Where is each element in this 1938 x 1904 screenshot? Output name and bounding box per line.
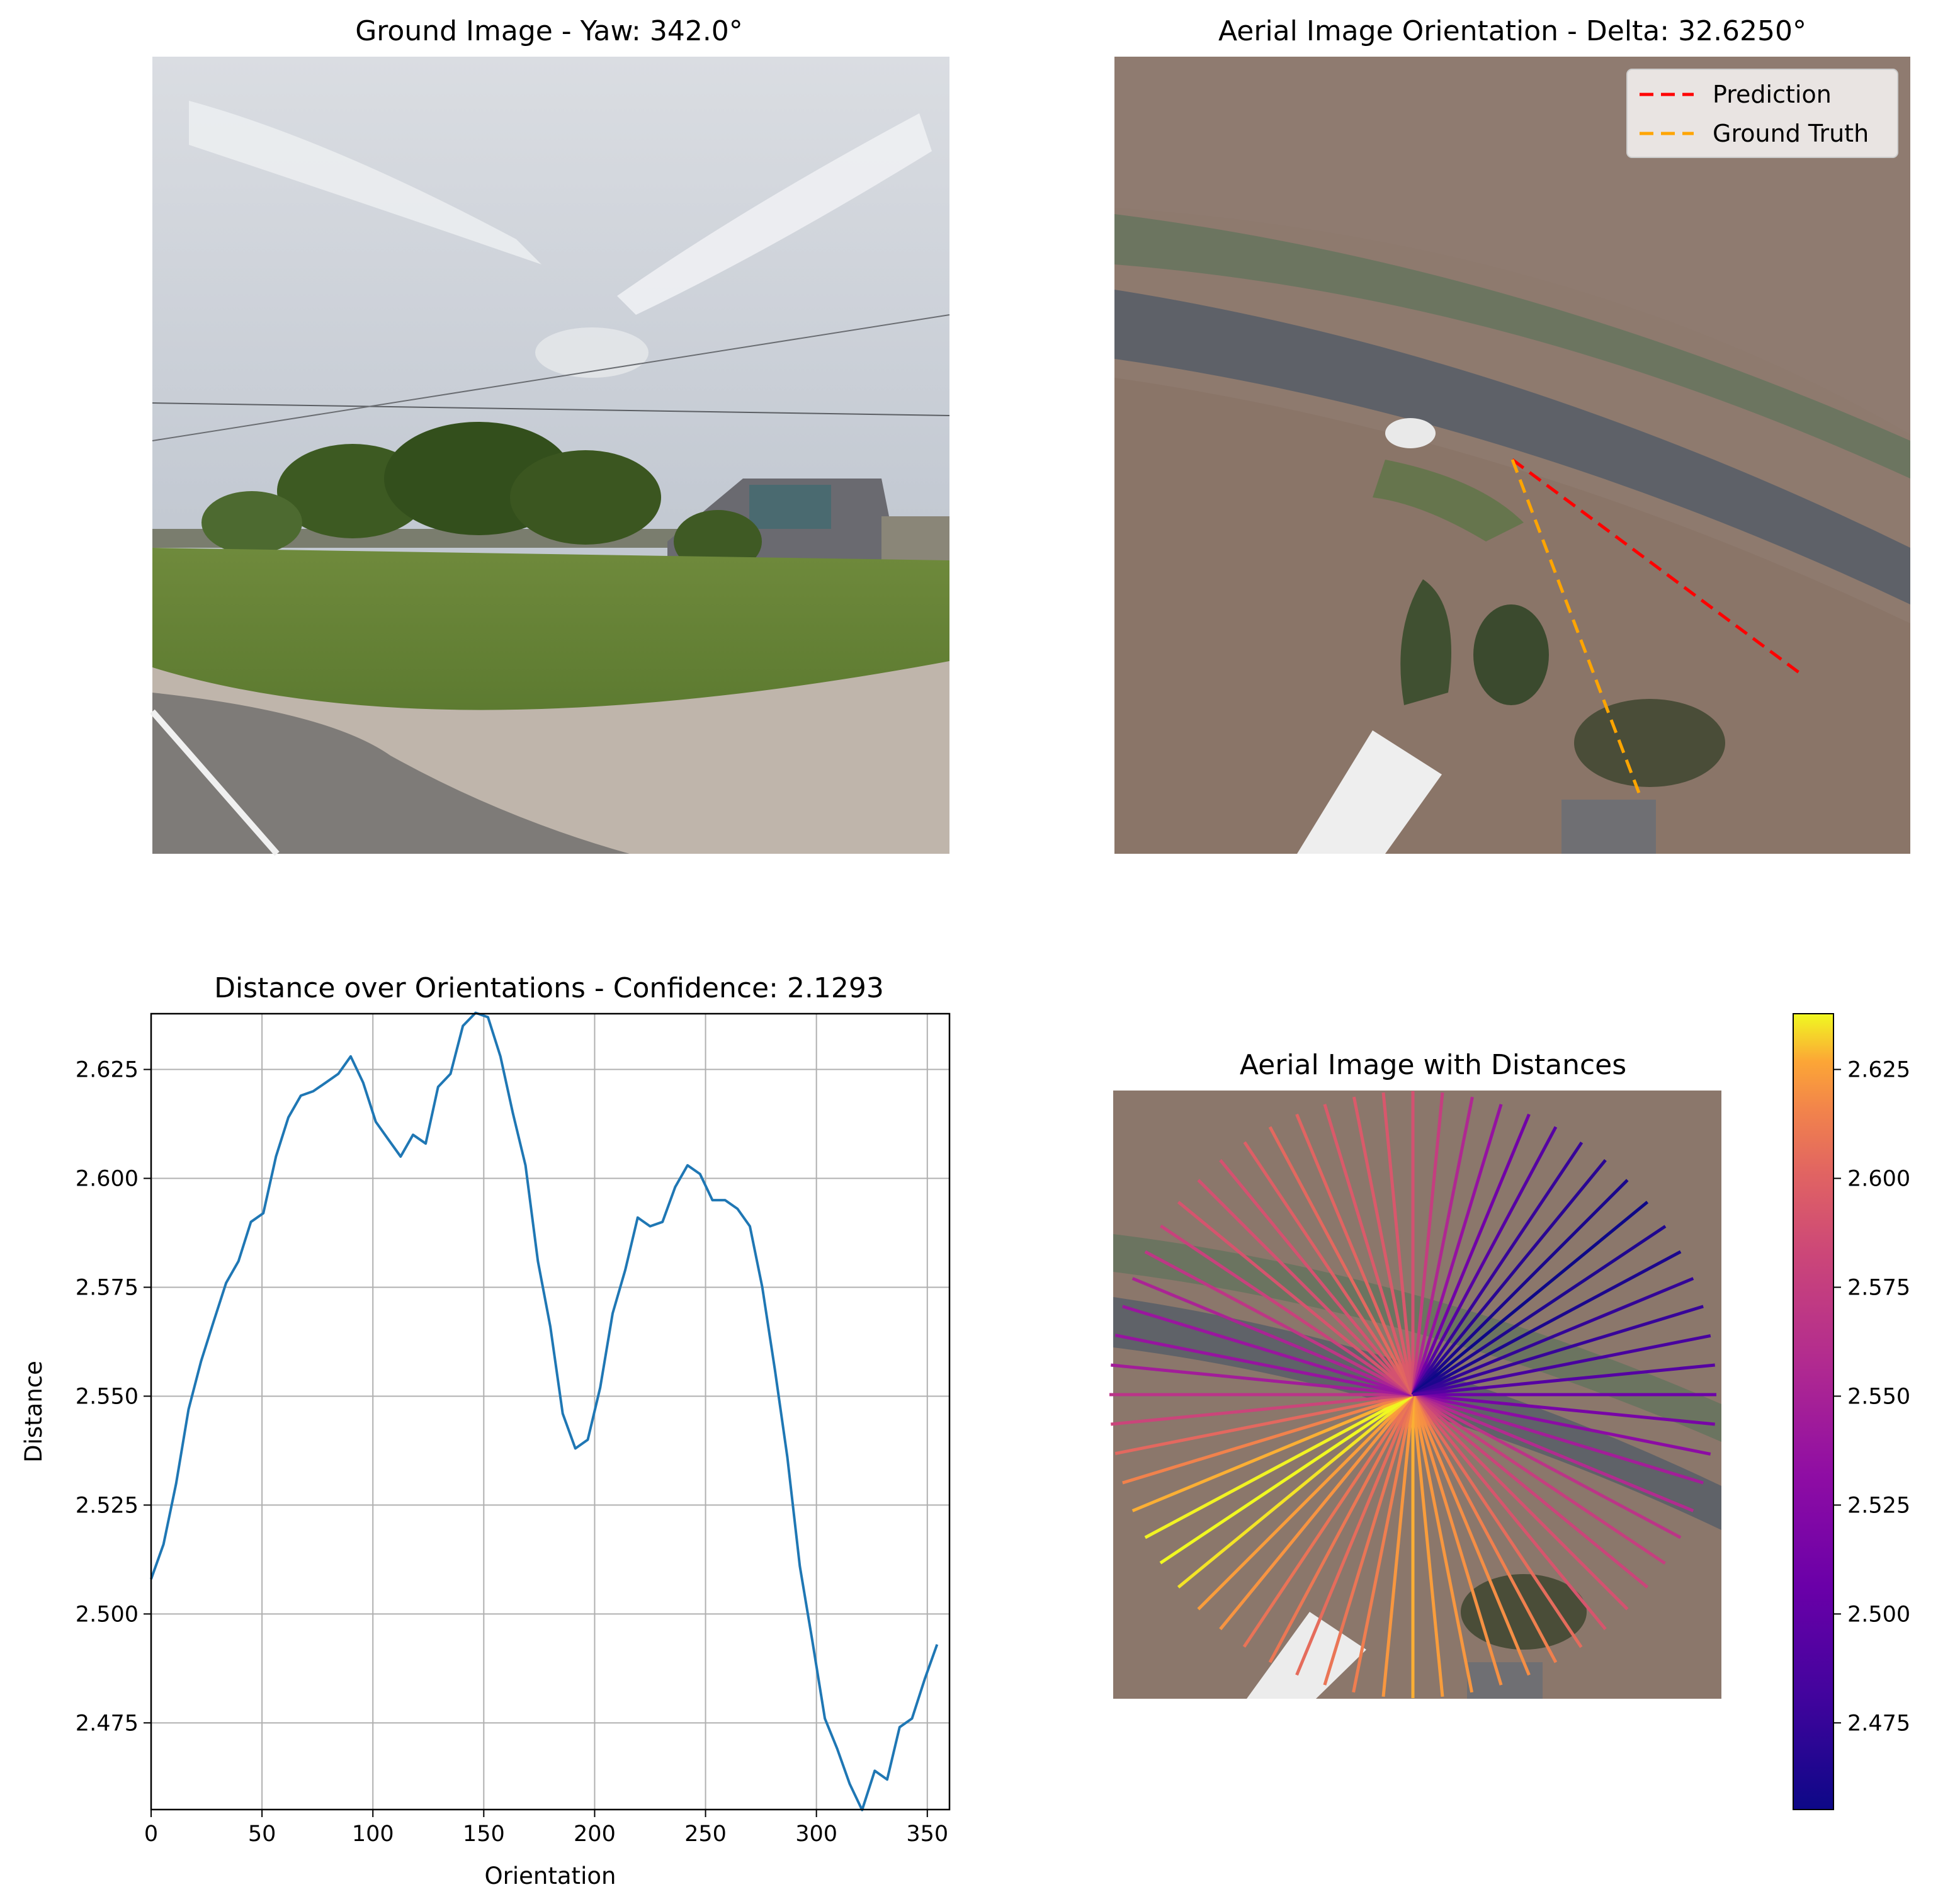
- x-tick-label: 350: [906, 1822, 948, 1847]
- x-tick-label: 300: [795, 1822, 837, 1847]
- radial-distance-panel: Aerial Image with Distances: [1109, 1049, 1721, 1699]
- colorbar-tick-label: 2.500: [1847, 1602, 1910, 1627]
- ground-image-title: Ground Image - Yaw: 342.0°: [355, 15, 743, 47]
- x-tick-label: 50: [248, 1822, 276, 1847]
- x-tick-label: 150: [463, 1822, 505, 1847]
- distance-y-axis-label: Distance: [20, 1361, 47, 1463]
- colorbar-tick-label: 2.475: [1847, 1711, 1910, 1736]
- y-tick-label: 2.525: [76, 1493, 139, 1518]
- colorbar: 2.475 2.500 2.525 2.550 2.575 2.600 2.625: [1793, 1013, 1910, 1810]
- y-tick-label: 2.500: [76, 1602, 139, 1627]
- colorbar-tick-label: 2.600: [1847, 1167, 1910, 1192]
- distance-rays: [1109, 1091, 1716, 1698]
- distance-grid: [150, 1014, 949, 1810]
- figure: Ground Image - Yaw: 342.0° Aerial Image …: [20, 15, 1910, 1890]
- colorbar-gradient: [1793, 1013, 1834, 1810]
- aerial-photo: [1114, 57, 1910, 854]
- y-tick-label: 2.475: [76, 1711, 139, 1736]
- y-tick-label: 2.575: [76, 1275, 139, 1300]
- distance-chart-title: Distance over Orientations - Confidence:…: [214, 972, 884, 1004]
- aerial-orientation-panel: Aerial Image Orientation - Delta: 32.625…: [1114, 15, 1910, 854]
- y-tick-label: 2.600: [76, 1167, 139, 1192]
- distance-series-line: [150, 1011, 939, 1811]
- aerial-orientation-title: Aerial Image Orientation - Delta: 32.625…: [1218, 15, 1806, 47]
- legend-ground-truth-label: Ground Truth: [1713, 120, 1869, 147]
- colorbar-tick-label: 2.550: [1847, 1384, 1910, 1409]
- distance-plot-frame: [150, 1012, 951, 1811]
- x-tick-label: 100: [352, 1822, 394, 1847]
- aerial-legend: Prediction Ground Truth: [1626, 69, 1898, 158]
- distance-x-axis-label: Orientation: [485, 1862, 616, 1890]
- colorbar-ticks: 2.475 2.500 2.525 2.550 2.575 2.600 2.625: [1833, 1058, 1910, 1736]
- legend-prediction-label: Prediction: [1713, 81, 1832, 108]
- distance-chart-panel: Distance over Orientations - Confidence:…: [20, 972, 951, 1890]
- x-tick-label: 200: [574, 1822, 616, 1847]
- y-tick-label: 2.550: [76, 1384, 139, 1409]
- x-tick-label: 250: [684, 1822, 727, 1847]
- ground-image-panel: Ground Image - Yaw: 342.0°: [150, 15, 950, 856]
- ground-photo: [150, 57, 950, 856]
- x-tick-label: 0: [144, 1822, 158, 1847]
- y-tick-label: 2.625: [76, 1058, 139, 1083]
- colorbar-tick-label: 2.525: [1847, 1493, 1910, 1518]
- distance-axis-ticks: 0 50 100 150 200 250 300 350 2.475 2.500 2.525 2.55…: [76, 1058, 948, 1847]
- colorbar-tick-label: 2.625: [1847, 1058, 1910, 1083]
- radial-distance-title: Aerial Image with Distances: [1240, 1049, 1626, 1081]
- colorbar-tick-label: 2.575: [1847, 1275, 1910, 1300]
